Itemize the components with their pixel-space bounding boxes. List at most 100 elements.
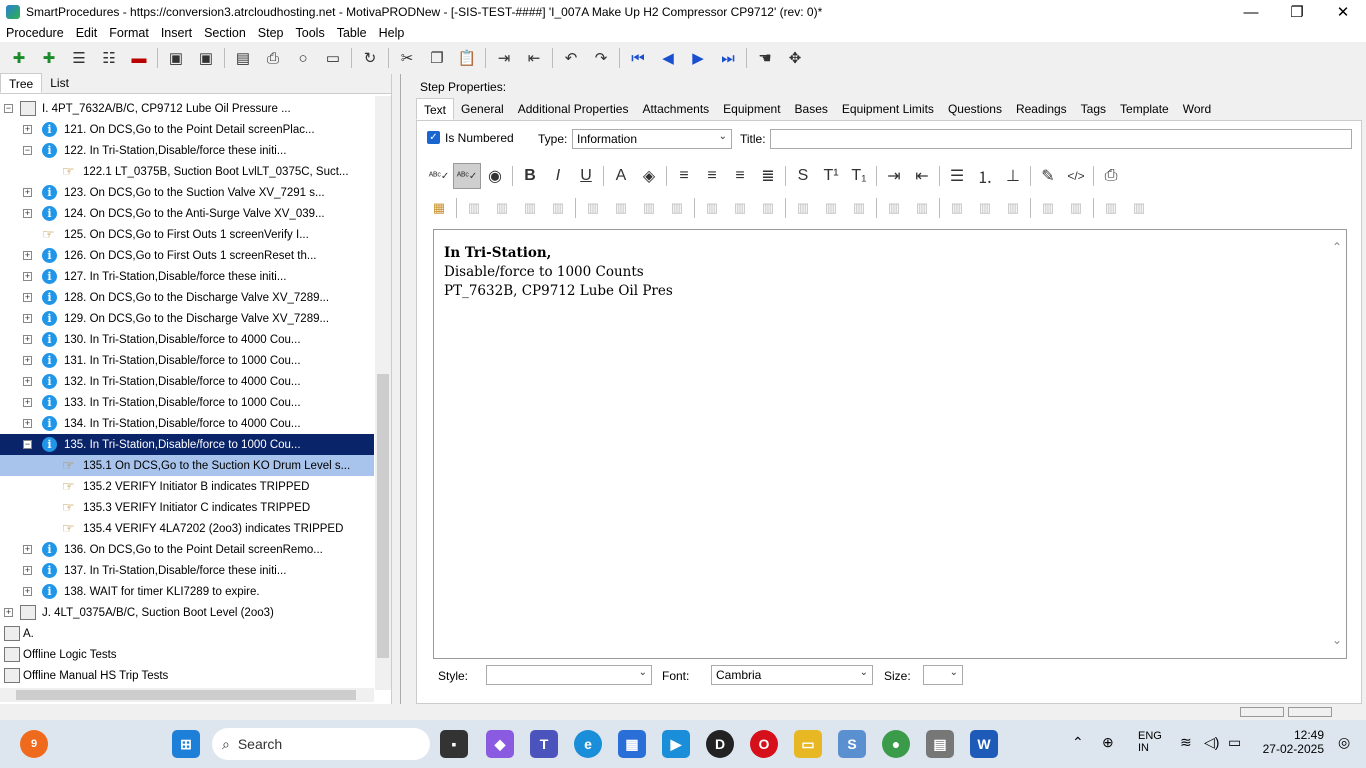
tree-row[interactable]: + i 131. In Tri-Station,Disable/force to 1… (0, 350, 374, 371)
table-icon[interactable]: ▥ (460, 195, 488, 221)
format-italic-button[interactable]: I (544, 163, 572, 189)
tree-row[interactable]: + i 121. On DCS,Go to the Point Detail scr… (0, 119, 374, 140)
menu-section[interactable]: Section (198, 26, 252, 40)
expand-toggle-icon[interactable]: + (23, 419, 32, 428)
tree-row[interactable]: + i 127. In Tri-Station,Disable/force thes… (0, 266, 374, 287)
copilot-icon[interactable]: ◆ (486, 730, 514, 758)
minimize-button[interactable]: — (1228, 0, 1274, 24)
col-left-icon[interactable]: ▥ (698, 195, 726, 221)
taskbar-search[interactable]: ⌕ Search (212, 728, 430, 760)
fill-color-icon[interactable]: ◈ (635, 163, 663, 189)
menu-format[interactable]: Format (103, 26, 155, 40)
expand-toggle-icon[interactable]: + (23, 335, 32, 344)
tab-readings[interactable]: Readings (1009, 98, 1074, 120)
expand-toggle-icon[interactable]: + (23, 251, 32, 260)
tab-list[interactable]: List (42, 73, 77, 93)
tree-horizontal-scrollbar[interactable] (0, 688, 374, 702)
expand-toggle-icon[interactable]: + (23, 188, 32, 197)
expand-toggle-icon[interactable]: − (23, 146, 32, 155)
border2-icon[interactable]: ▥ (1125, 195, 1153, 221)
format-subscript-button[interactable]: T₁ (845, 163, 873, 189)
list2-icon[interactable]: ☷ (97, 46, 121, 70)
tab-equipment-limits[interactable]: Equipment Limits (835, 98, 941, 120)
expand-toggle-icon[interactable]: + (23, 398, 32, 407)
word-icon[interactable]: W (970, 730, 998, 758)
row-del-icon[interactable]: ▥ (845, 195, 873, 221)
tree-row[interactable]: + i 134. In Tri-Station,Disable/force to 4… (0, 413, 374, 434)
prev-icon[interactable]: ◀ (656, 46, 680, 70)
tab-word[interactable]: Word (1176, 98, 1218, 120)
frame-icon[interactable]: ▭ (321, 46, 345, 70)
print-icon[interactable]: ⎙ (1097, 163, 1125, 189)
battery-icon[interactable]: ▭ (1228, 734, 1241, 751)
format-superscript-button[interactable]: T¹ (817, 163, 845, 189)
pen-icon[interactable]: ▥ (635, 195, 663, 221)
widgets-icon[interactable]: 9 (20, 730, 48, 758)
tree-row[interactable]: + i 129. On DCS,Go to the Discharge Valve … (0, 308, 374, 329)
maximize-button[interactable]: ❐ (1274, 0, 1320, 24)
spell-check-icon[interactable]: ᴬᴮᶜ✓ (453, 163, 481, 189)
teams-icon[interactable]: T (530, 730, 558, 758)
move-icon[interactable]: ✥ (783, 46, 807, 70)
expand-toggle-icon[interactable]: + (23, 587, 32, 596)
outdent-icon[interactable]: ⇤ (522, 46, 546, 70)
opera-icon[interactable]: O (750, 730, 778, 758)
hand-icon[interactable]: ☚ (753, 46, 777, 70)
menu-tools[interactable]: Tools (290, 26, 331, 40)
chevron-up-icon[interactable]: ⌃ (1072, 734, 1084, 751)
tree-row[interactable]: + i 123. On DCS,Go to the Suction Valve XV… (0, 182, 374, 203)
split-icon[interactable]: ▥ (908, 195, 936, 221)
tree-row[interactable]: ☞ 135.3 VERIFY Initiator C indicates TRIP… (0, 497, 374, 518)
undo-icon[interactable]: ↶ (559, 46, 583, 70)
expand-toggle-icon[interactable]: + (23, 209, 32, 218)
tree-row[interactable]: + i 138. WAIT for timer KLI7289 to expire. (0, 581, 374, 602)
indent-icon[interactable]: ⇥ (492, 46, 516, 70)
insert-line-icon[interactable]: ⊥ (999, 163, 1027, 189)
edge-icon[interactable]: e (574, 730, 602, 758)
redo2-icon[interactable]: ↷ (589, 46, 613, 70)
save-all-icon[interactable]: ▣ (164, 46, 188, 70)
add-icon[interactable]: ✚ (7, 46, 31, 70)
network-status-icon[interactable]: ⊕ (1102, 734, 1114, 751)
volume-icon[interactable]: ◁) (1204, 734, 1219, 751)
print-icon[interactable]: ⎙ (261, 46, 285, 70)
scroll-down-icon[interactable]: ⌄ (1332, 631, 1342, 650)
refresh-icon[interactable]: ○ (291, 46, 315, 70)
wifi-icon[interactable]: ≋ (1180, 734, 1192, 751)
tree-row[interactable]: − i 135. In Tri-Station,Disable/force to 1… (0, 433, 374, 456)
chrome-icon[interactable]: ● (882, 730, 910, 758)
title-input[interactable] (770, 129, 1352, 149)
row-above-icon[interactable]: ▥ (789, 195, 817, 221)
type-select[interactable]: Information ⌄ (572, 129, 732, 149)
menu-edit[interactable]: Edit (70, 26, 104, 40)
tab-general[interactable]: General (454, 98, 511, 120)
tab-text[interactable]: Text (416, 98, 455, 120)
numbering-icon[interactable]: ⒈ (971, 163, 999, 189)
expand-toggle-icon[interactable]: + (23, 314, 32, 323)
magic-icon[interactable]: ✎ (1034, 163, 1062, 189)
menu-table[interactable]: Table (331, 26, 373, 40)
pane-splitter[interactable] (400, 74, 406, 704)
tree-row[interactable]: ☞ 122.1 LT_0375B, Suction Boot LvlLT_0375… (0, 161, 374, 182)
col-width-icon[interactable]: ▥ (943, 195, 971, 221)
font-color-icon[interactable]: A (607, 163, 635, 189)
list-icon[interactable]: ☰ (67, 46, 91, 70)
font-select[interactable]: Cambria ⌄ (711, 665, 873, 685)
tree-row[interactable]: Offline Logic Tests (0, 644, 374, 665)
tree-row[interactable]: + i 133. In Tri-Station,Disable/force to 1… (0, 392, 374, 413)
remove-icon[interactable]: ▬ (127, 46, 151, 70)
dell-icon[interactable]: D (706, 730, 734, 758)
expand-toggle-icon[interactable]: + (23, 125, 32, 134)
eraser-icon[interactable]: ▥ (663, 195, 691, 221)
expand-toggle-icon[interactable]: + (23, 566, 32, 575)
tree-row[interactable]: A. (0, 623, 374, 644)
tree-row[interactable]: + i 132. In Tri-Station,Disable/force to 4… (0, 371, 374, 392)
border-icon[interactable]: ▥ (1097, 195, 1125, 221)
tree-row[interactable]: + i 126. On DCS,Go to First Outs 1 screenR… (0, 245, 374, 266)
insert-image-icon[interactable]: ▦ (425, 195, 453, 221)
menu-insert[interactable]: Insert (155, 26, 198, 40)
expand-toggle-icon[interactable]: − (4, 104, 13, 113)
align-center-icon[interactable]: ≡ (698, 163, 726, 189)
col-right-icon[interactable]: ▥ (726, 195, 754, 221)
cell-props-icon[interactable]: ▥ (1034, 195, 1062, 221)
